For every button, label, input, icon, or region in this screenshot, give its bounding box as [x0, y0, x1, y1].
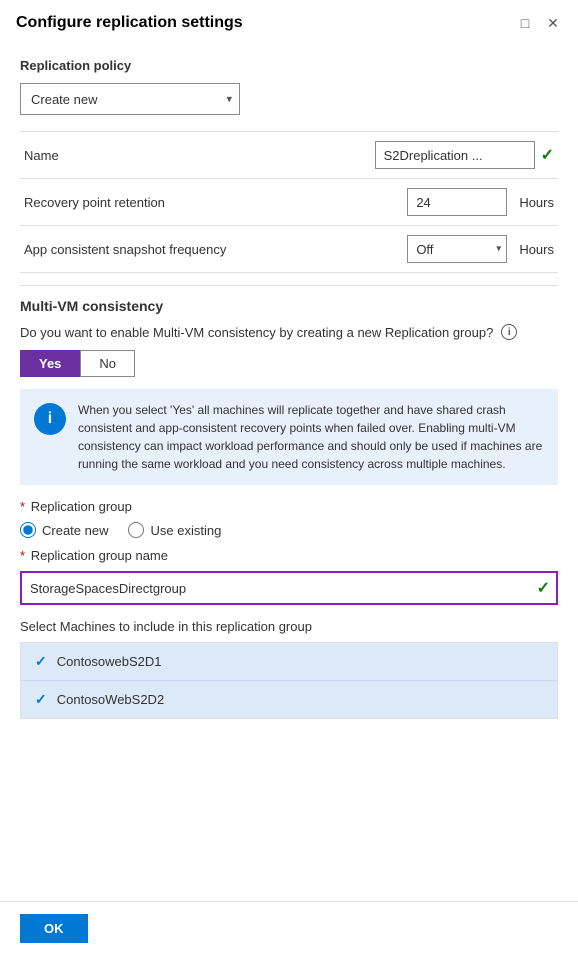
no-button[interactable]: No: [80, 350, 135, 377]
yes-button[interactable]: Yes: [20, 350, 80, 377]
group-name-label-text: Replication group name: [31, 548, 168, 563]
title-icons: □ ✕: [516, 14, 562, 32]
recovery-unit: Hours: [513, 195, 554, 210]
close-icon: ✕: [547, 15, 559, 32]
name-input[interactable]: [375, 141, 535, 169]
create-new-radio[interactable]: [20, 522, 36, 538]
snapshot-field-group: Off 1 2 4 6 ▾ Hours: [264, 235, 554, 263]
multi-vm-title: Multi-VM consistency: [20, 298, 558, 314]
title-bar: Configure replication settings □ ✕: [0, 0, 578, 42]
group-name-field-label: * Replication group name: [20, 548, 558, 563]
recovery-label: Recovery point retention: [20, 179, 260, 226]
ok-button[interactable]: OK: [20, 914, 88, 943]
main-content: Replication policy Create new Use existi…: [0, 42, 578, 901]
machine-list: ✓ ContosowebS2D1 ✓ ContosoWebS2D2: [20, 642, 558, 719]
recovery-input[interactable]: [407, 188, 507, 216]
group-name-check-icon: ✓: [537, 578, 550, 598]
replication-policy-dropdown[interactable]: Create new Use existing: [20, 83, 240, 115]
yes-no-group: Yes No: [20, 350, 558, 377]
restore-icon: □: [521, 15, 529, 31]
snapshot-unit: Hours: [513, 242, 554, 257]
name-row: Name ✓: [20, 132, 558, 179]
multi-vm-question-row: Do you want to enable Multi-VM consisten…: [20, 324, 558, 340]
snapshot-dropdown-wrapper: Off 1 2 4 6 ▾: [407, 235, 507, 263]
info-box-text: When you select 'Yes' all machines will …: [78, 401, 544, 473]
use-existing-option[interactable]: Use existing: [128, 522, 221, 538]
list-item: ✓ ContosowebS2D1: [21, 643, 557, 681]
use-existing-label: Use existing: [150, 523, 221, 538]
section-divider: [20, 285, 558, 286]
list-item: ✓ ContosoWebS2D2: [21, 681, 557, 718]
machine-check-icon-1: ✓: [35, 653, 47, 670]
name-label: Name: [20, 132, 260, 179]
replication-policy-section-title: Replication policy: [20, 58, 558, 73]
multi-vm-question-text: Do you want to enable Multi-VM consisten…: [20, 325, 493, 340]
create-new-label: Create new: [42, 523, 108, 538]
info-box: i When you select 'Yes' all machines wil…: [20, 389, 558, 485]
name-check-icon: ✓: [541, 145, 554, 165]
machines-label: Select Machines to include in this repli…: [20, 619, 558, 634]
snapshot-label: App consistent snapshot frequency: [20, 226, 260, 273]
info-icon[interactable]: i: [501, 324, 517, 340]
replication-group-label: * Replication group: [20, 499, 558, 514]
snapshot-dropdown[interactable]: Off 1 2 4 6: [407, 235, 507, 263]
group-name-wrapper: ✓: [20, 571, 558, 605]
footer: OK: [0, 901, 578, 955]
policy-form-table: Name ✓ Recovery point retention Hours: [20, 131, 558, 273]
use-existing-radio[interactable]: [128, 522, 144, 538]
dialog-title: Configure replication settings: [16, 14, 243, 32]
group-name-required-star: *: [20, 548, 25, 563]
multi-vm-section: Multi-VM consistency Do you want to enab…: [20, 285, 558, 719]
group-name-input[interactable]: [20, 571, 558, 605]
info-circle-icon: i: [34, 403, 66, 435]
create-new-option[interactable]: Create new: [20, 522, 108, 538]
machine-check-icon-2: ✓: [35, 691, 47, 708]
radio-group: Create new Use existing: [20, 522, 558, 538]
close-button[interactable]: ✕: [544, 14, 562, 32]
replication-group-label-text: Replication group: [31, 499, 132, 514]
restore-button[interactable]: □: [516, 14, 534, 32]
name-field-wrapper: ✓: [264, 141, 554, 169]
machine-name-1: ContosowebS2D1: [57, 654, 162, 669]
required-star: *: [20, 499, 25, 514]
configure-replication-dialog: Configure replication settings □ ✕ Repli…: [0, 0, 578, 955]
replication-policy-dropdown-wrapper: Create new Use existing ▾: [20, 83, 240, 115]
snapshot-row: App consistent snapshot frequency Off 1 …: [20, 226, 558, 273]
recovery-row: Recovery point retention Hours: [20, 179, 558, 226]
recovery-field-group: Hours: [264, 188, 554, 216]
machine-name-2: ContosoWebS2D2: [57, 692, 164, 707]
